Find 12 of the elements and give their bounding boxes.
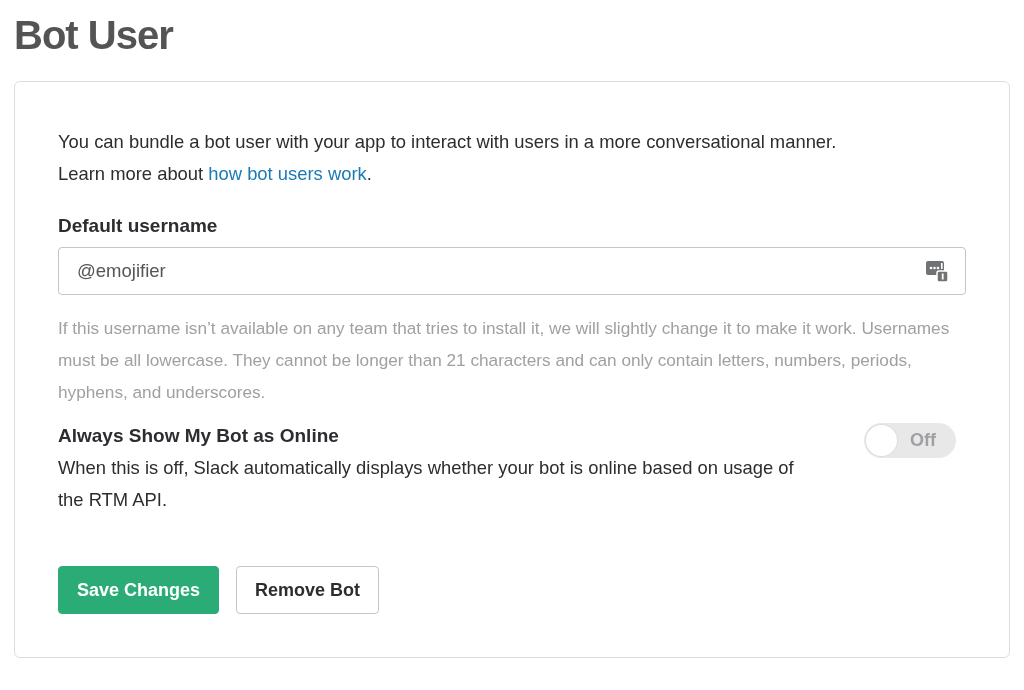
remove-button[interactable]: Remove Bot — [236, 566, 380, 614]
toggle-label: Off — [910, 430, 936, 451]
contact-card-icon — [926, 260, 948, 282]
description-text: You can bundle a bot user with your app to interact with users in a more conversational manner. Learn more about how bot users work. — [58, 130, 838, 186]
setting-title: Always Show My Bot as Online — [58, 424, 340, 448]
hint-text: If this username isn’t available on any team that tries to install it, we will slightly change it to make it work. Usernames must be all lowercase. They cannot be longer than 21 characters and can only contain letters, numbers, periods, hyphens, and underscores. — [58, 317, 951, 404]
username-field[interactable]: @emojifier — [58, 247, 966, 295]
setting-description: When this is off, Slack automatically displays whether your bot is online based on usage of the RTM API. — [58, 456, 795, 512]
page-title: Bot User — [14, 12, 175, 58]
learn-more-link[interactable]: how bot users work — [208, 163, 367, 184]
field-label: Default username — [58, 214, 219, 238]
save-button[interactable]: Save Changes — [58, 566, 220, 614]
